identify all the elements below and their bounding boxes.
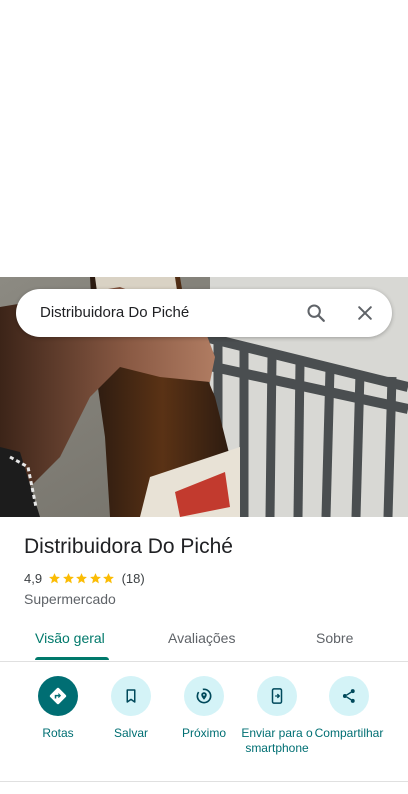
star-icon <box>49 572 60 583</box>
tab-reviews[interactable]: Avaliações <box>168 630 235 646</box>
action-buttons: Rotas Salvar Próximo Enviar para o smart… <box>0 672 408 780</box>
send-to-phone-button[interactable]: Enviar para o smartphone <box>237 676 317 756</box>
tab-overview[interactable]: Visão geral <box>35 630 105 646</box>
share-label: Compartilhar <box>314 726 384 740</box>
send-to-phone-icon <box>257 676 297 716</box>
rating-stars <box>48 572 116 585</box>
save-label: Salvar <box>113 726 148 740</box>
share-button[interactable]: Compartilhar <box>309 676 389 741</box>
search-icon[interactable] <box>300 297 332 329</box>
nearby-button[interactable]: Próximo <box>164 676 244 741</box>
close-icon[interactable] <box>349 297 381 329</box>
map-area[interactable] <box>0 0 408 277</box>
share-icon <box>329 676 369 716</box>
bookmark-icon <box>111 676 151 716</box>
search-bar[interactable]: Distribuidora Do Piché <box>16 289 392 337</box>
nearby-label: Próximo <box>181 726 226 740</box>
divider <box>0 781 408 782</box>
rating-value: 4,9 <box>24 570 43 586</box>
rating-row[interactable]: 4,9 (18) <box>24 570 145 586</box>
review-count[interactable]: (18) <box>122 571 145 586</box>
tab-bar: Visão geral Avaliações Sobre <box>0 620 408 662</box>
star-icon <box>89 572 101 583</box>
star-icon <box>103 572 114 583</box>
directions-button[interactable]: Rotas <box>18 676 98 741</box>
active-tab-indicator <box>35 657 109 660</box>
place-category: Supermercado <box>24 591 116 607</box>
place-title: Distribuidora Do Piché <box>24 535 233 558</box>
star-icon <box>76 572 87 583</box>
send-to-phone-label: Enviar para o smartphone <box>241 726 313 755</box>
star-icon <box>62 572 74 583</box>
save-button[interactable]: Salvar <box>91 676 171 741</box>
search-input[interactable]: Distribuidora Do Piché <box>40 304 189 321</box>
nearby-icon <box>184 676 224 716</box>
tab-about[interactable]: Sobre <box>316 630 353 646</box>
directions-label: Rotas <box>42 726 74 740</box>
directions-icon <box>38 676 78 716</box>
